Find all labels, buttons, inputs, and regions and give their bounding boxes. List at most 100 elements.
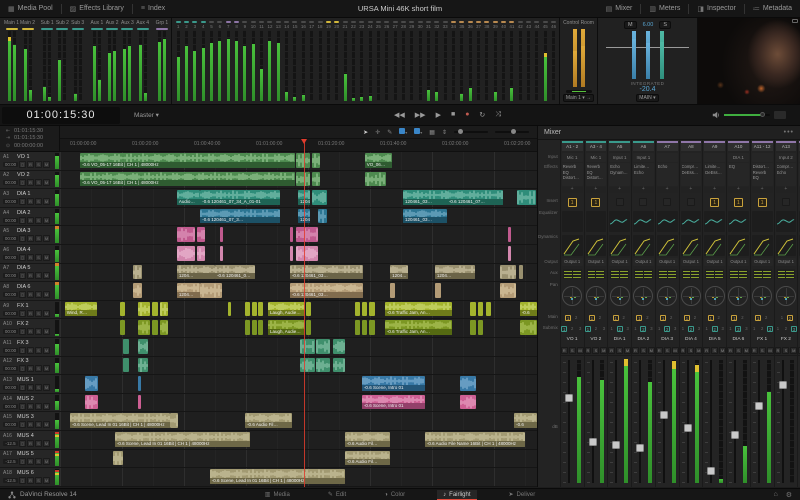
main-bus-2[interactable]: 2 bbox=[739, 315, 745, 321]
strip-r-button[interactable]: R bbox=[727, 347, 734, 354]
track-level-value[interactable]: 00:00 bbox=[3, 218, 18, 223]
audio-clip[interactable]: 1204… bbox=[177, 283, 200, 298]
mark-out-value[interactable]: 01:01:15:30 bbox=[14, 135, 43, 141]
track-rec-button[interactable]: R bbox=[27, 291, 34, 298]
track-solo-button[interactable]: S bbox=[35, 179, 42, 186]
track-rec-button[interactable]: R bbox=[27, 403, 34, 410]
submix-bus-2[interactable]: 2 bbox=[593, 326, 599, 332]
strip-dynamics-graph[interactable] bbox=[657, 235, 678, 256]
track-solo-button[interactable]: S bbox=[35, 440, 42, 447]
track-solo-button[interactable]: S bbox=[35, 347, 42, 354]
strip-eq-graph[interactable] bbox=[752, 211, 773, 232]
track-solo-button[interactable]: S bbox=[35, 458, 42, 465]
strip-dynamics-graph[interactable] bbox=[586, 235, 607, 256]
strip-eq-graph[interactable] bbox=[609, 211, 630, 232]
strip-effects-list[interactable]: Distort…ReverbEQ bbox=[752, 163, 773, 186]
timeline-selector-dropdown[interactable]: Master ▾ bbox=[134, 111, 159, 119]
strip-s-button[interactable]: S bbox=[735, 347, 742, 354]
submix-bus-1[interactable]: 1 bbox=[585, 326, 591, 332]
track-mute-button[interactable]: M bbox=[43, 254, 50, 261]
audio-clip[interactable] bbox=[133, 283, 142, 298]
main-bus-2[interactable]: 2 bbox=[787, 315, 793, 321]
lock-icon[interactable]: ◻ bbox=[19, 328, 26, 335]
page-tab-deliver[interactable]: ➤Deliver bbox=[503, 490, 542, 499]
strip-input[interactable]: Mic 1 bbox=[586, 153, 607, 162]
lock-icon[interactable]: ◻ bbox=[19, 161, 26, 168]
add-effect-button[interactable]: + bbox=[681, 187, 702, 193]
track-rec-button[interactable]: R bbox=[27, 235, 34, 242]
track-rec-button[interactable]: R bbox=[27, 217, 34, 224]
selection-tool-icon[interactable]: ➤ bbox=[363, 129, 368, 136]
track-header-a8[interactable]: A8DIA 600:00◻RSM bbox=[0, 282, 60, 301]
strip-input[interactable]: Input 2 bbox=[776, 153, 797, 162]
strip-eq-graph[interactable] bbox=[657, 211, 678, 232]
lock-icon[interactable]: ◻ bbox=[19, 235, 26, 242]
strip-pan-control[interactable] bbox=[728, 286, 748, 306]
audio-clip[interactable]: Audio… bbox=[177, 190, 200, 205]
metadata-button[interactable]: ≔Metadata bbox=[745, 5, 800, 13]
submix-bus-3[interactable]: 3 bbox=[743, 326, 749, 332]
track-header-a12[interactable]: A12FX 300:00◻RSM bbox=[0, 357, 60, 376]
track-mute-button[interactable]: M bbox=[43, 384, 50, 391]
audio-clip[interactable] bbox=[460, 395, 476, 410]
strip-s-button[interactable]: S bbox=[640, 347, 647, 354]
auto-button[interactable]: ⤨ bbox=[495, 111, 501, 119]
strip-aux-sends[interactable] bbox=[610, 269, 629, 279]
strip-id[interactable]: A3 - 4 bbox=[586, 141, 607, 151]
strip-m-button[interactable]: M bbox=[600, 347, 607, 354]
strip-id[interactable]: A1 - 2 bbox=[562, 141, 583, 151]
flag-color-dropdown[interactable]: ▾ bbox=[399, 128, 407, 136]
insert-toggle[interactable]: 1 bbox=[568, 198, 577, 207]
audio-clip[interactable] bbox=[177, 227, 195, 242]
expand-icon[interactable] bbox=[792, 19, 798, 23]
strip-output[interactable]: Output 1 bbox=[704, 258, 725, 266]
audio-clip[interactable]: 1204… bbox=[390, 265, 408, 280]
strip-effects-list[interactable]: EQ bbox=[728, 163, 749, 186]
strip-aux-sends[interactable] bbox=[705, 269, 724, 279]
track-header-a11[interactable]: A11FX 300:00◻RSM bbox=[0, 338, 60, 357]
strip-pan-control[interactable] bbox=[705, 286, 725, 306]
strip-dynamics-graph[interactable] bbox=[776, 235, 797, 256]
strip-m-button[interactable]: M bbox=[719, 347, 726, 354]
submix-bus-2[interactable]: 2 bbox=[735, 326, 741, 332]
submix-bus-1[interactable]: 1 bbox=[751, 326, 757, 332]
submix-bus-1[interactable]: 1 bbox=[609, 326, 615, 332]
mixer-options-button[interactable]: ••• bbox=[784, 129, 794, 136]
strip-aux-sends[interactable] bbox=[587, 269, 606, 279]
audio-clip[interactable] bbox=[312, 172, 320, 187]
track-solo-button[interactable]: S bbox=[35, 384, 42, 391]
page-tab-color[interactable]: ◑Color bbox=[378, 490, 411, 499]
lock-icon[interactable]: ◻ bbox=[19, 254, 26, 261]
audio-clip[interactable] bbox=[290, 227, 293, 242]
audio-clip[interactable]: -0.6 bbox=[514, 413, 537, 428]
fader-handle[interactable] bbox=[707, 467, 715, 475]
submix-bus-2[interactable]: 2 bbox=[759, 326, 765, 332]
marker-color-dropdown[interactable]: ▾ bbox=[414, 128, 422, 136]
strip-s-button[interactable]: S bbox=[687, 347, 694, 354]
play-button[interactable]: ▶ bbox=[436, 111, 441, 119]
audio-clip[interactable] bbox=[508, 246, 511, 261]
strip-id[interactable]: A9 bbox=[704, 141, 725, 151]
audio-clip[interactable] bbox=[152, 302, 158, 317]
timecode-toggle[interactable] bbox=[774, 111, 786, 119]
track-rec-button[interactable]: R bbox=[27, 365, 34, 372]
strip-output[interactable]: Output 1 bbox=[586, 258, 607, 266]
fade-tool-icon[interactable]: ✎ bbox=[387, 129, 392, 136]
track-level-value[interactable]: -12.5 bbox=[3, 441, 18, 446]
audio-clip[interactable]: Laugh, Audie… bbox=[268, 302, 305, 317]
meters-button[interactable]: ▥Meters bbox=[641, 5, 688, 13]
strip-input[interactable]: Mic 1 bbox=[562, 153, 583, 162]
track-rec-button[interactable]: R bbox=[27, 384, 34, 391]
strip-m-button[interactable]: M bbox=[767, 347, 774, 354]
audio-clip[interactable] bbox=[300, 358, 315, 373]
track-level-value[interactable]: 00:00 bbox=[3, 385, 18, 390]
strip-id[interactable]: A11 - 12 bbox=[752, 141, 773, 151]
audio-clip[interactable]: -0.6 Scene, Lead In 01 16Bit | CH 1 | 48… bbox=[210, 469, 345, 484]
track-solo-button[interactable]: S bbox=[35, 198, 42, 205]
track-solo-button[interactable]: S bbox=[35, 328, 42, 335]
main-bus-1[interactable]: 1 bbox=[613, 315, 619, 321]
main-bus-1[interactable]: 1 bbox=[779, 315, 785, 321]
lock-icon[interactable]: ◻ bbox=[19, 403, 26, 410]
audio-clip[interactable] bbox=[170, 413, 178, 428]
strip-pan-control[interactable] bbox=[681, 286, 701, 306]
